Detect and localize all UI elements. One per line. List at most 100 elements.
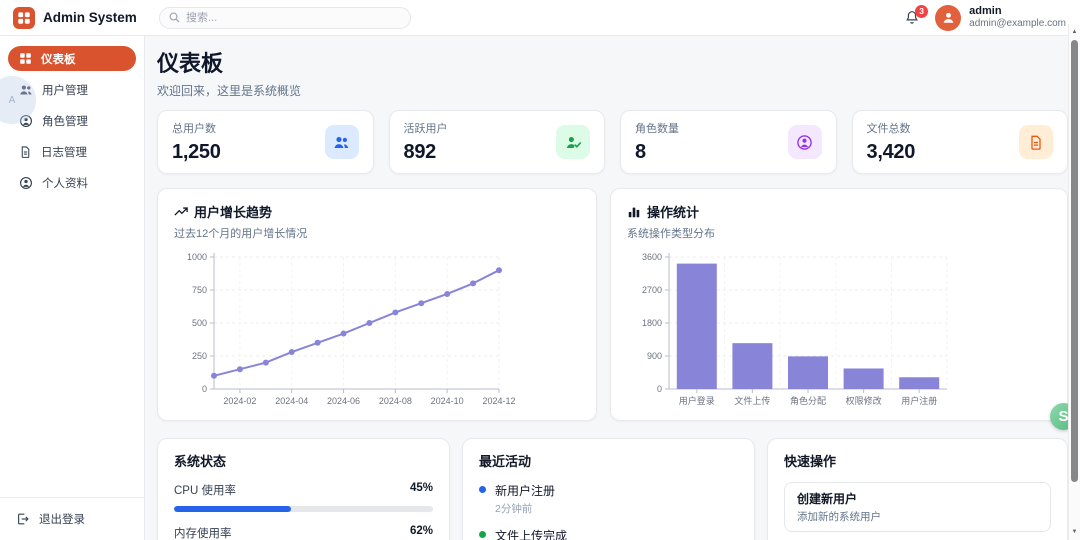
memory-meter: 内存使用率 62% <box>174 525 433 540</box>
svg-text:250: 250 <box>192 351 207 361</box>
stats-row: 总用户数 1,250 活跃用户 892 角色数量 8 文件总数 3,420 <box>157 110 1068 174</box>
svg-text:3600: 3600 <box>642 252 662 262</box>
app-logo: Admin System <box>0 6 145 29</box>
chart-subtitle: 系统操作类型分布 <box>627 228 715 240</box>
activity-label: 新用户注册 <box>495 484 556 498</box>
sidebar-item-label: 仪表板 <box>41 53 76 66</box>
scroll-down-arrow[interactable]: ▼ <box>1069 526 1080 538</box>
line-chart: 0 250 500 750 1000 2024-02 2024-04 2024-06 2024-… <box>187 252 516 406</box>
svg-text:用户登录: 用户登录 <box>679 395 715 406</box>
stat-label: 总用户数 <box>172 123 216 135</box>
svg-text:750: 750 <box>192 285 207 295</box>
stat-value: 892 <box>403 141 437 163</box>
app-title: Admin System <box>43 10 137 25</box>
user-name: admin <box>969 5 1002 17</box>
chart-title-row: 操作统计 <box>627 202 1051 221</box>
card-title: 最近活动 <box>479 454 532 469</box>
user-circle-icon <box>787 125 822 159</box>
notifications-button[interactable]: 3 <box>904 4 929 27</box>
svg-text:2700: 2700 <box>642 285 662 295</box>
meter-label: 内存使用率 <box>174 528 232 540</box>
chart-title-row: 用户增长趋势 <box>174 202 580 221</box>
page-subtitle: 欢迎回来，这里是系统概览 <box>157 84 302 98</box>
top-header: Admin System 3 admin admin@example.com <box>0 0 1080 36</box>
stat-label: 活跃用户 <box>403 123 448 135</box>
scrollbar: ▲ ▼ <box>1068 24 1080 540</box>
sidebar-item-label: 个人资料 <box>42 177 88 190</box>
stat-card-files: 文件总数 3,420 <box>851 110 1068 174</box>
sidebar-item-label: 日志管理 <box>41 146 87 159</box>
stat-value: 1,250 <box>172 141 221 163</box>
stat-value: 8 <box>635 141 646 163</box>
svg-text:500: 500 <box>192 318 207 328</box>
action-label: 创建新用户 <box>797 492 858 506</box>
sidebar-item-dashboard[interactable]: 仪表板 <box>8 46 136 71</box>
user-email: admin@example.com <box>969 18 1066 29</box>
users-icon <box>324 125 359 159</box>
stat-card-active-users: 活跃用户 892 <box>388 110 605 174</box>
svg-text:权限修改: 权限修改 <box>846 395 882 406</box>
meter-value: 62% <box>409 525 433 537</box>
page-title: 仪表板 <box>157 51 224 76</box>
search-input[interactable] <box>159 6 411 29</box>
system-status-card: 系统状态 CPU 使用率 45% 内存使用率 62% <box>157 438 450 540</box>
sidebar-item-label: 用户管理 <box>42 84 88 97</box>
stat-label: 角色数量 <box>635 123 679 135</box>
bar-chart-icon <box>628 207 640 217</box>
svg-text:2024-02: 2024-02 <box>223 396 256 406</box>
file-document-icon <box>1019 125 1053 159</box>
logout-icon <box>18 513 29 525</box>
meter-value: 45% <box>409 482 433 494</box>
svg-text:2024-12: 2024-12 <box>482 396 515 406</box>
search-box <box>159 6 411 29</box>
logout-label: 退出登录 <box>39 514 85 526</box>
admin-dashboard-screen: Admin System 3 admin admin@example.com <box>0 0 1080 540</box>
svg-text:0: 0 <box>202 384 207 394</box>
trending-up-icon <box>174 206 188 216</box>
svg-text:1800: 1800 <box>642 318 662 328</box>
svg-text:2024-06: 2024-06 <box>327 396 360 406</box>
chart-subtitle: 过去12个月的用户增长情况 <box>174 228 308 240</box>
svg-text:900: 900 <box>647 351 662 361</box>
user-menu[interactable]: admin admin@example.com <box>935 4 1066 31</box>
chart-title: 操作统计 <box>647 205 700 220</box>
svg-text:文件上传: 文件上传 <box>734 395 770 406</box>
svg-text:用户注册: 用户注册 <box>901 395 937 406</box>
operations-chart-card: 操作统计 系统操作类型分布 0 900 1800 2700 3600 用户登录 文件上传 角色… <box>610 188 1068 421</box>
svg-text:2024-08: 2024-08 <box>379 396 412 406</box>
status-dot <box>479 486 486 493</box>
activity-label: 文件上传完成 <box>495 529 568 540</box>
recent-activity-card: 最近活动 新用户注册 2分钟前 文件上传完成 5分钟前 <box>462 438 755 540</box>
cpu-meter: CPU 使用率 45% <box>174 482 433 512</box>
dashboard-grid-icon <box>20 53 31 64</box>
card-title: 快速操作 <box>784 454 837 469</box>
scroll-up-arrow[interactable]: ▲ <box>1069 26 1080 38</box>
svg-text:0: 0 <box>657 384 662 394</box>
svg-text:1000: 1000 <box>187 252 207 262</box>
activity-item: 新用户注册 2分钟前 <box>479 482 738 516</box>
chart-title: 用户增长趋势 <box>194 205 273 220</box>
progress-fill <box>174 506 291 512</box>
search-icon <box>168 11 181 29</box>
quick-action-create-user[interactable]: 创建新用户 添加新的系统用户 <box>784 482 1051 532</box>
scrollbar-thumb[interactable] <box>1071 40 1078 482</box>
user-check-icon <box>556 125 590 159</box>
file-document-icon <box>21 145 30 158</box>
main-content: 仪表板 欢迎回来，这里是系统概览 总用户数 1,250 活跃用户 892 角色数… <box>145 36 1080 540</box>
card-title: 系统状态 <box>174 454 227 469</box>
progress-track <box>174 506 433 512</box>
svg-text:2024-10: 2024-10 <box>431 396 464 406</box>
stat-label: 文件总数 <box>866 123 911 135</box>
stat-card-roles: 角色数量 8 <box>620 110 837 174</box>
bottom-row: 系统状态 CPU 使用率 45% 内存使用率 62% 最近活动 新用户注册 2分… <box>157 438 1068 540</box>
svg-text:角色分配: 角色分配 <box>790 395 826 406</box>
user-icon <box>943 12 954 23</box>
meter-label: CPU 使用率 <box>174 485 236 497</box>
sidebar-item-logs[interactable]: 日志管理 <box>8 139 136 164</box>
header-right: 3 admin admin@example.com <box>904 4 1080 31</box>
bar-chart: 0 900 1800 2700 3600 用户登录 文件上传 角色分配 权限修改 用户注册 <box>642 252 948 406</box>
logo-grid-icon <box>13 6 35 29</box>
logout-button[interactable]: 退出登录 <box>0 497 144 540</box>
sidebar-item-label: 角色管理 <box>42 115 88 128</box>
sidebar-item-profile[interactable]: 个人资料 <box>8 170 136 195</box>
